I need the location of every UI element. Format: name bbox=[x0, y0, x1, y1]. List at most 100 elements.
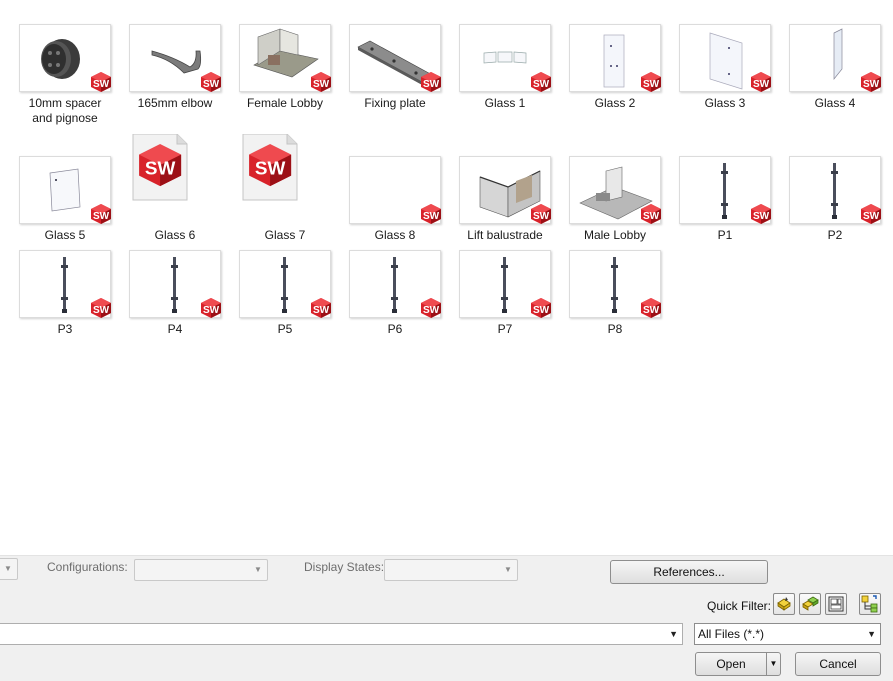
solidworks-badge-icon: SW bbox=[530, 297, 552, 319]
filter-assemblies-button[interactable] bbox=[799, 593, 821, 615]
file-tile[interactable]: SW Glass 2 bbox=[569, 24, 679, 124]
file-tile[interactable]: SW Glass 1 bbox=[459, 24, 569, 124]
svg-text:SW: SW bbox=[423, 211, 440, 222]
filter-parts-button[interactable] bbox=[773, 593, 795, 615]
display-states-select[interactable]: ▼ bbox=[384, 559, 518, 581]
solidworks-badge-icon: SW bbox=[420, 203, 442, 225]
file-name-label: Female Lobby bbox=[246, 96, 324, 110]
file-name-label: Glass 1 bbox=[484, 96, 526, 110]
chevron-down-icon: ▼ bbox=[254, 565, 262, 574]
file-name-label: P1 bbox=[717, 228, 733, 242]
filter-parts-icon bbox=[777, 597, 791, 611]
file-name-label: Lift balustrade bbox=[467, 228, 543, 242]
svg-text:SW: SW bbox=[423, 79, 440, 90]
svg-text:SW: SW bbox=[533, 79, 550, 90]
svg-text:SW: SW bbox=[313, 79, 330, 90]
solidworks-badge-icon: SW bbox=[200, 297, 222, 319]
file-name-label: P3 bbox=[57, 322, 73, 336]
quick-filter-label: Quick Filter: bbox=[707, 599, 772, 613]
solidworks-badge-icon: SW bbox=[860, 203, 882, 225]
svg-text:SW: SW bbox=[863, 211, 880, 222]
filter-assemblies-icon bbox=[802, 596, 819, 611]
file-name-label: Fixing plate bbox=[364, 96, 426, 110]
chevron-down-icon: ▼ bbox=[669, 629, 678, 639]
file-tile[interactable]: SW Glass 5 bbox=[19, 156, 129, 256]
solidworks-badge-icon: SW bbox=[640, 297, 662, 319]
solidworks-badge-icon: SW bbox=[530, 203, 552, 225]
cancel-button[interactable]: Cancel bbox=[795, 652, 881, 676]
file-name-label: P7 bbox=[497, 322, 513, 336]
solidworks-badge-icon: SW bbox=[310, 71, 332, 93]
solidworks-badge-icon: SW bbox=[860, 71, 882, 93]
open-button[interactable]: Open ▼ bbox=[695, 652, 781, 676]
svg-text:SW: SW bbox=[313, 305, 330, 316]
file-name-label: P8 bbox=[607, 322, 623, 336]
svg-text:SW: SW bbox=[863, 79, 880, 90]
file-tile[interactable]: SW Male Lobby bbox=[569, 156, 679, 256]
filename-input[interactable]: ▼ bbox=[0, 623, 683, 645]
file-tile[interactable]: SW Lift balustrade bbox=[459, 156, 569, 256]
svg-text:SW: SW bbox=[203, 305, 220, 316]
file-tile[interactable]: SW P1 bbox=[679, 156, 789, 256]
solidworks-badge-icon: SW bbox=[420, 71, 442, 93]
solidworks-badge-icon: SW bbox=[420, 297, 442, 319]
file-type-value: All Files (*.*) bbox=[698, 627, 765, 641]
file-tile[interactable]: SW Glass 6 bbox=[129, 133, 239, 256]
chevron-down-icon: ▼ bbox=[4, 564, 12, 573]
configurations-select[interactable]: ▼ bbox=[134, 559, 268, 581]
svg-text:SW: SW bbox=[93, 79, 110, 90]
chevron-down-icon: ▼ bbox=[504, 565, 512, 574]
file-tile[interactable]: SW P6 bbox=[349, 250, 459, 350]
file-tile[interactable]: SW P2 bbox=[789, 156, 893, 256]
open-options-chevron-icon[interactable]: ▼ bbox=[766, 653, 780, 675]
file-name-label: 10mm spacer and pignose bbox=[28, 96, 102, 125]
file-tile[interactable]: SW P5 bbox=[239, 250, 349, 350]
references-button[interactable]: References... bbox=[610, 560, 768, 584]
file-tile[interactable]: SW Glass 3 bbox=[679, 24, 789, 124]
view-combo[interactable]: ▼ bbox=[0, 558, 18, 580]
filter-top-level-button[interactable] bbox=[859, 593, 881, 615]
open-file-dialog: SW 10mm spacer and pignose SW 165mm elbo… bbox=[0, 0, 893, 681]
svg-text:SW: SW bbox=[255, 159, 286, 180]
svg-text:SW: SW bbox=[93, 305, 110, 316]
configurations-label: Configurations: bbox=[47, 560, 128, 574]
file-tile[interactable]: SW Glass 7 bbox=[239, 133, 349, 256]
file-tile[interactable]: SW Fixing plate bbox=[349, 24, 459, 124]
solidworks-badge-icon: SW bbox=[640, 71, 662, 93]
file-tile[interactable]: SW Female Lobby bbox=[239, 24, 349, 124]
file-name-label: Glass 3 bbox=[704, 96, 746, 110]
open-button-label: Open bbox=[716, 657, 746, 671]
file-type-select[interactable]: All Files (*.*) ▼ bbox=[694, 623, 881, 645]
svg-text:SW: SW bbox=[93, 211, 110, 222]
file-tile[interactable]: SW P7 bbox=[459, 250, 569, 350]
solidworks-badge-icon: SW bbox=[750, 203, 772, 225]
file-tile[interactable]: SW P8 bbox=[569, 250, 679, 350]
svg-text:SW: SW bbox=[643, 211, 660, 222]
filter-drawings-icon bbox=[828, 596, 844, 612]
svg-text:SW: SW bbox=[203, 79, 220, 90]
file-tile[interactable]: SW 10mm spacer and pignose bbox=[19, 24, 129, 125]
solidworks-badge-icon: SW bbox=[90, 71, 112, 93]
file-name-label: Glass 6 bbox=[154, 228, 196, 242]
file-name-label: Glass 7 bbox=[264, 228, 306, 242]
file-tile[interactable]: SW P3 bbox=[19, 250, 129, 350]
file-tile[interactable]: SW 165mm elbow bbox=[129, 24, 239, 124]
solidworks-badge-icon: SW bbox=[90, 203, 112, 225]
file-name-label: P2 bbox=[827, 228, 843, 242]
solidworks-badge-icon: SW bbox=[530, 71, 552, 93]
file-name-label: Glass 5 bbox=[44, 228, 86, 242]
file-tile[interactable]: SW P4 bbox=[129, 250, 239, 350]
svg-text:SW: SW bbox=[753, 211, 770, 222]
file-name-label: P6 bbox=[387, 322, 403, 336]
file-browser-pane[interactable]: SW 10mm spacer and pignose SW 165mm elbo… bbox=[0, 0, 893, 555]
filter-drawings-button[interactable] bbox=[825, 593, 847, 615]
file-tile[interactable]: SW Glass 8 bbox=[349, 156, 459, 256]
file-name-label: Male Lobby bbox=[583, 228, 647, 242]
svg-text:SW: SW bbox=[643, 79, 660, 90]
file-tile[interactable]: SW Glass 4 bbox=[789, 24, 893, 124]
file-name-label: Glass 8 bbox=[374, 228, 416, 242]
file-name-label: 165mm elbow bbox=[137, 96, 213, 110]
svg-text:SW: SW bbox=[533, 305, 550, 316]
solidworks-badge-icon: SW bbox=[200, 71, 222, 93]
solidworks-document-icon: SW bbox=[231, 133, 311, 222]
